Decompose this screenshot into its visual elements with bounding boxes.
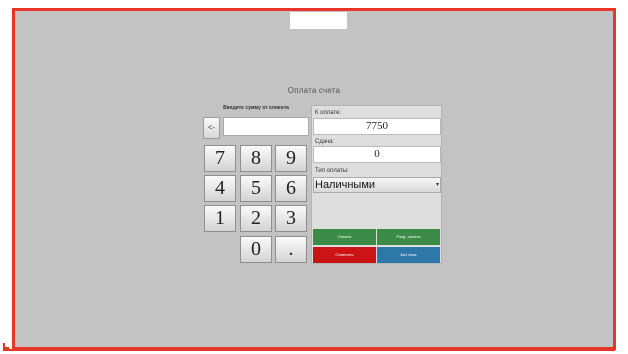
due-label: К оплате: xyxy=(315,110,342,116)
key-decimal[interactable]: . xyxy=(275,236,307,263)
due-amount-field: 7750 xyxy=(313,118,441,135)
change-label: Сдача: xyxy=(315,139,335,145)
amount-entry-label: Введите сумму от клиента xyxy=(223,105,289,111)
pay-button[interactable]: Оплата xyxy=(313,229,376,245)
key-2[interactable]: 2 xyxy=(240,205,272,232)
key-0[interactable]: 0 xyxy=(240,236,272,263)
key-5[interactable]: 5 xyxy=(240,175,272,202)
cancel-button[interactable]: Отменить xyxy=(313,247,376,263)
dialog-title: Оплата счета xyxy=(287,86,341,95)
change-amount-field: 0 xyxy=(313,146,441,163)
chevron-down-icon: ▾ xyxy=(435,182,439,188)
payment-type-select[interactable]: Наличными ▾ xyxy=(313,177,441,193)
key-8[interactable]: 8 xyxy=(240,145,272,172)
key-7[interactable]: 7 xyxy=(204,145,236,172)
top-bar-field xyxy=(290,12,347,29)
key-4[interactable]: 4 xyxy=(204,175,236,202)
payment-type-value: Наличными xyxy=(315,179,376,191)
split-payment-button[interactable]: Разд. оплата xyxy=(377,229,440,245)
key-6[interactable]: 6 xyxy=(275,175,307,202)
key-1[interactable]: 1 xyxy=(204,205,236,232)
backspace-button[interactable]: <- xyxy=(203,117,220,139)
corner-marker xyxy=(3,343,9,349)
amount-entry-input[interactable] xyxy=(223,117,309,136)
payment-type-label: Тип оплаты: xyxy=(315,168,349,174)
no-receipt-button[interactable]: Без чека xyxy=(377,247,440,263)
frame-bottom-line xyxy=(3,349,615,351)
key-9[interactable]: 9 xyxy=(275,145,307,172)
key-3[interactable]: 3 xyxy=(275,205,307,232)
